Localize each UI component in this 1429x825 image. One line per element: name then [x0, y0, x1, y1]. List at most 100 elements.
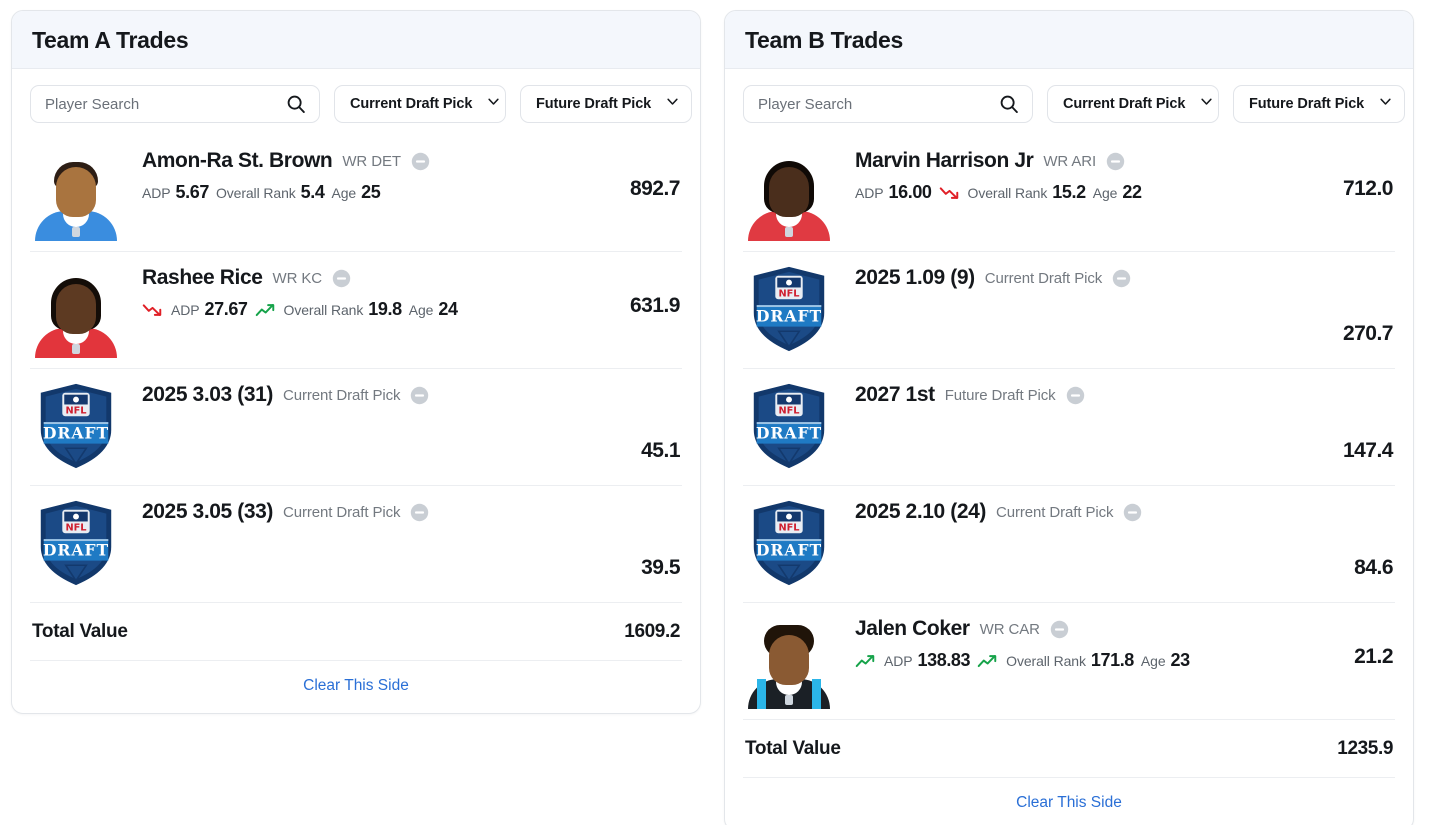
stat-age: Age 23: [1141, 650, 1190, 671]
player-search-input[interactable]: [43, 94, 285, 114]
asset-thumbnail: [34, 264, 118, 359]
remove-circle-icon[interactable]: [332, 269, 351, 288]
asset-details: 2025 3.03 (31) Current Draft Pick: [142, 381, 606, 407]
stat-value: 25: [361, 182, 381, 203]
trade-asset-list: Marvin Harrison Jr WR ARI ADP 16.00 Overal…: [725, 135, 1413, 721]
asset-name-line: Marvin Harrison Jr WR ARI: [855, 149, 1319, 173]
nfl-draft-shield-icon: NFL DRAFT: [747, 498, 831, 588]
total-value-label: Total Value: [32, 621, 128, 643]
trend-up-icon: [977, 653, 999, 669]
asset-meta: Current Draft Pick: [996, 503, 1114, 521]
stat-value: 22: [1122, 182, 1142, 203]
player-search-input[interactable]: [756, 94, 998, 114]
trade-asset-row[interactable]: Jalen Coker WR CAR ADP 138.83 Overall Rank…: [743, 603, 1395, 721]
trade-asset-row[interactable]: NFL DRAFT 2025 3.03 (31) Current Draft P…: [30, 369, 682, 487]
asset-name-line: 2025 3.03 (31) Current Draft Pick: [142, 383, 606, 407]
svg-text:DRAFT: DRAFT: [43, 541, 109, 560]
trade-asset-row[interactable]: NFL DRAFT 2025 1.09 (9) Current Draft Pi…: [743, 252, 1395, 370]
asset-thumbnail: [747, 615, 831, 710]
stat-adp: ADP 27.67: [171, 299, 248, 320]
remove-circle-icon[interactable]: [411, 152, 430, 171]
chevron-down-icon[interactable]: [486, 94, 501, 114]
trade-asset-row[interactable]: Amon-Ra St. Brown WR DET ADP 5.67 Overall …: [30, 135, 682, 253]
stat-overall rank: Overall Rank 15.2: [968, 182, 1087, 203]
remove-circle-icon[interactable]: [1106, 152, 1125, 171]
stat-age: Age 25: [331, 182, 380, 203]
trade-asset-row[interactable]: NFL DRAFT 2025 3.05 (33) Current Draft P…: [30, 486, 682, 604]
panel-controls: Current Draft Pick Future Draft Pick: [12, 69, 700, 135]
trade-asset-row[interactable]: Rashee Rice WR KC ADP 27.67 Overall Rank 19…: [30, 252, 682, 370]
search-icon[interactable]: [285, 93, 307, 115]
asset-name: Amon-Ra St. Brown: [142, 149, 333, 173]
asset-thumbnail: [747, 147, 831, 242]
player-headshot: [747, 147, 831, 242]
asset-name: Marvin Harrison Jr: [855, 149, 1034, 173]
player-search-box[interactable]: [30, 85, 320, 124]
remove-circle-icon[interactable]: [410, 503, 429, 522]
trade-asset-row[interactable]: NFL DRAFT 2027 1st Future Draft Pick 147…: [743, 369, 1395, 487]
stat-value: 27.67: [204, 299, 248, 320]
chevron-down-icon[interactable]: [1378, 94, 1393, 114]
search-icon[interactable]: [998, 93, 1020, 115]
asset-value: 84.6: [1354, 556, 1393, 580]
stat-value: 5.4: [300, 182, 325, 203]
trend-up-icon: [255, 302, 277, 318]
asset-details: 2025 2.10 (24) Current Draft Pick: [855, 498, 1319, 524]
remove-circle-icon[interactable]: [1123, 503, 1142, 522]
stat-adp: ADP 5.67: [142, 182, 209, 203]
clear-this-side-link[interactable]: Clear This Side: [1016, 794, 1122, 811]
asset-meta: WR CAR: [979, 620, 1040, 638]
asset-meta: Current Draft Pick: [283, 503, 401, 521]
trade-asset-row[interactable]: Marvin Harrison Jr WR ARI ADP 16.00 Overal…: [743, 135, 1395, 253]
total-value-label: Total Value: [745, 738, 841, 760]
current-draft-pick-dropdown[interactable]: Current Draft Pick: [334, 85, 506, 124]
stat-label: Age: [1140, 653, 1166, 670]
total-value-amount: 1609.2: [624, 621, 680, 643]
remove-circle-icon[interactable]: [1050, 620, 1069, 639]
asset-thumbnail: NFL DRAFT: [747, 264, 831, 358]
stat-value: 138.83: [917, 650, 971, 671]
stat-label: Age: [331, 185, 357, 202]
stat-value: 171.8: [1090, 650, 1134, 671]
asset-meta: Current Draft Pick: [283, 386, 401, 404]
asset-name-line: 2027 1st Future Draft Pick: [855, 383, 1319, 407]
asset-details: Jalen Coker WR CAR ADP 138.83 Overall Rank…: [855, 615, 1319, 671]
asset-details: 2025 3.05 (33) Current Draft Pick: [142, 498, 606, 524]
remove-circle-icon[interactable]: [1066, 386, 1085, 405]
asset-details: Marvin Harrison Jr WR ARI ADP 16.00 Overal…: [855, 147, 1319, 203]
stat-label: ADP: [855, 185, 884, 202]
stat-overall rank: Overall Rank 171.8: [1006, 650, 1134, 671]
player-search-box[interactable]: [743, 85, 1033, 124]
stat-overall rank: Overall Rank 19.8: [284, 299, 403, 320]
stat-age: Age 22: [1093, 182, 1142, 203]
trend-down-icon: [939, 185, 961, 201]
stat-label: ADP: [884, 653, 913, 670]
future-draft-pick-label: Future Draft Pick: [1249, 96, 1365, 113]
current-draft-pick-label: Current Draft Pick: [350, 96, 473, 113]
chevron-down-icon[interactable]: [665, 94, 680, 114]
asset-meta: WR ARI: [1043, 152, 1097, 170]
panel-title: Team B Trades: [745, 27, 904, 53]
nfl-draft-shield-icon: NFL DRAFT: [747, 264, 831, 354]
asset-meta: WR KC: [272, 269, 323, 287]
panel-header: Team B Trades: [725, 11, 1413, 70]
asset-name: 2025 3.03 (31): [142, 383, 274, 407]
future-draft-pick-dropdown[interactable]: Future Draft Pick: [1233, 85, 1405, 124]
remove-circle-icon[interactable]: [410, 386, 429, 405]
current-draft-pick-label: Current Draft Pick: [1063, 96, 1186, 113]
asset-name-line: Rashee Rice WR KC: [142, 266, 606, 290]
clear-this-side-link[interactable]: Clear This Side: [303, 677, 409, 694]
future-draft-pick-dropdown[interactable]: Future Draft Pick: [520, 85, 692, 124]
current-draft-pick-dropdown[interactable]: Current Draft Pick: [1047, 85, 1219, 124]
chevron-down-icon[interactable]: [1199, 94, 1214, 114]
trade-board: Team A Trades Current Draft Pick Future …: [0, 0, 1429, 825]
svg-text:DRAFT: DRAFT: [43, 424, 109, 443]
panel-controls: Current Draft Pick Future Draft Pick: [725, 69, 1413, 135]
svg-text:NFL: NFL: [778, 289, 799, 300]
trade-asset-row[interactable]: NFL DRAFT 2025 2.10 (24) Current Draft P…: [743, 486, 1395, 604]
trend-down-icon: [142, 302, 164, 318]
stat-label: ADP: [171, 302, 200, 319]
future-draft-pick-label: Future Draft Pick: [536, 96, 652, 113]
remove-circle-icon[interactable]: [1112, 269, 1131, 288]
stat-value: 24: [438, 299, 458, 320]
